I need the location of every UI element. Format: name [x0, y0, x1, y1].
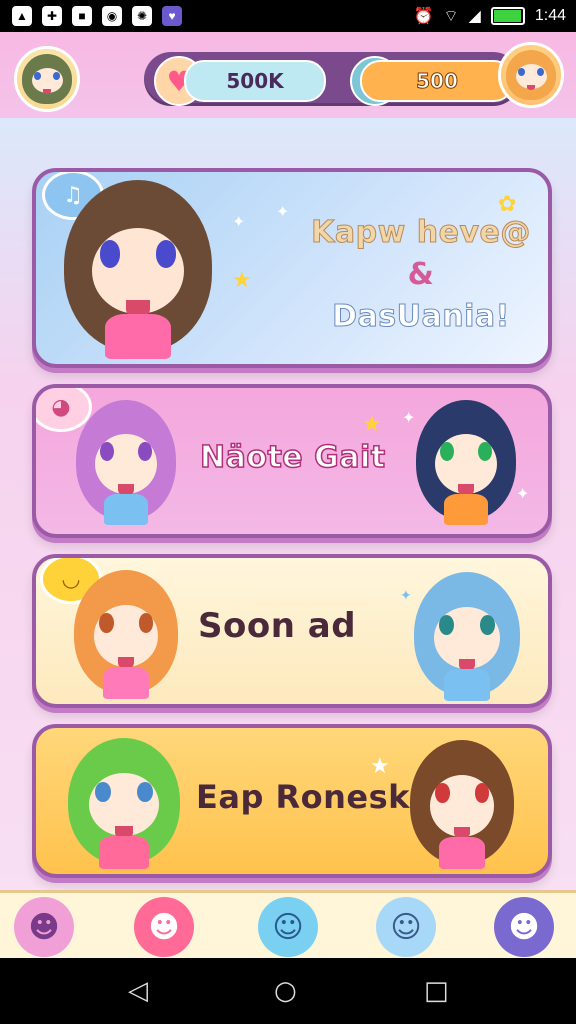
- card-title-1: Kapw heve@ & DasUania!: [306, 212, 536, 338]
- mode-card-3[interactable]: ◡ Soon ad ✦: [32, 554, 552, 708]
- mode-card-4[interactable]: Eap Ronesk ★: [32, 724, 552, 878]
- star-icon: ★: [232, 268, 252, 293]
- green-hair-girl-icon: [68, 738, 180, 870]
- card-title-2: Näote Gait: [199, 439, 386, 476]
- top-header: ♥ 500K ◆ 500: [0, 32, 576, 118]
- nav-pink-monster[interactable]: ☻: [134, 897, 194, 957]
- pink-monster-icon: ☻: [148, 909, 180, 945]
- brown-hair-catgirl-icon: [410, 740, 514, 869]
- card-title-1-line3: DasUania!: [332, 299, 510, 335]
- sparkle-icon: ✦: [516, 484, 530, 503]
- nav-ghost-cat[interactable]: ☺: [376, 897, 436, 957]
- content-area: ♫ ★ ✦ ✦ ✿ Kapw heve@ & DasUania! ◕ ★ ✦ N: [0, 118, 576, 890]
- bottom-nav: ☻ ☻ ☺ ☺ ☻: [0, 890, 576, 961]
- mode-card-1[interactable]: ♫ ★ ✦ ✦ ✿ Kapw heve@ & DasUania!: [32, 168, 552, 368]
- gems-value: 500: [416, 69, 459, 94]
- recents-icon[interactable]: □: [424, 976, 449, 1006]
- card-title-1-line1: Kapw heve@: [311, 215, 531, 251]
- status-right-icons: ⏰ ⌔ ◢ 1:44: [414, 6, 576, 26]
- orange-hair-girl-icon: [74, 570, 178, 699]
- battery-icon: [490, 7, 525, 25]
- home-icon[interactable]: ○: [274, 976, 297, 1006]
- nav-cat-character[interactable]: ☻: [14, 897, 74, 957]
- wifi-icon: ⌔: [443, 8, 459, 25]
- purple-hair-girl-icon: [76, 400, 176, 525]
- status-time: 1:44: [534, 7, 566, 24]
- gallery-icon: ▲: [12, 6, 32, 26]
- nav-purple-ball[interactable]: ☻: [494, 897, 554, 957]
- system-nav-bar: ◁ ○ □: [0, 958, 576, 1024]
- status-bar: ▲ ✚ ■ ◉ ✺ ♥ ⏰ ⌔ ◢ 1:44: [0, 0, 576, 32]
- star-icon: ✦: [400, 588, 412, 604]
- cat-character-icon: ☻: [28, 909, 60, 945]
- friend-avatar[interactable]: [498, 42, 564, 108]
- pinwheel-icon: ✺: [132, 6, 152, 26]
- star-icon: ★: [362, 412, 382, 437]
- brown-hair-girl-icon: [64, 180, 212, 359]
- back-icon[interactable]: ◁: [128, 976, 148, 1006]
- currency-bar: ♥ 500K ◆ 500: [144, 52, 520, 106]
- steam-icon: ◉: [102, 6, 122, 26]
- ghost-cat-icon: ☺: [390, 909, 422, 945]
- sparkle-icon: ✦: [276, 202, 290, 221]
- shield-icon: ♥: [162, 6, 182, 26]
- sparkle-icon: ✦: [232, 212, 246, 231]
- sparkle-icon: ✦: [402, 408, 416, 427]
- coins-value: 500K: [226, 69, 284, 93]
- card-title-1-amp: &: [407, 257, 435, 292]
- alarm-icon: ⏰: [413, 8, 434, 25]
- nav-blue-blob[interactable]: ☺: [258, 897, 318, 957]
- navy-hair-girl-icon: [416, 400, 516, 525]
- purple-ball-icon: ☻: [508, 909, 540, 945]
- player-avatar[interactable]: [14, 46, 80, 112]
- coins-counter[interactable]: 500K: [184, 60, 326, 102]
- card-title-4: Eap Ronesk: [196, 778, 410, 816]
- blue-hair-girl-icon: [414, 572, 520, 701]
- mode-card-2[interactable]: ◕ ★ ✦ Näote Gait ✦: [32, 384, 552, 538]
- star-icon: ★: [370, 754, 390, 779]
- pink-ghost-icon: ◕: [36, 388, 92, 432]
- status-left-icons: ▲ ✚ ■ ◉ ✺ ♥: [0, 6, 182, 26]
- app-icon: ■: [72, 6, 92, 26]
- gems-counter[interactable]: 500: [360, 60, 514, 102]
- card-title-3: Soon ad: [198, 606, 357, 646]
- game-controller-icon: ✚: [42, 6, 62, 26]
- blue-blob-icon: ☺: [272, 909, 304, 945]
- signal-icon: ◢: [468, 8, 481, 25]
